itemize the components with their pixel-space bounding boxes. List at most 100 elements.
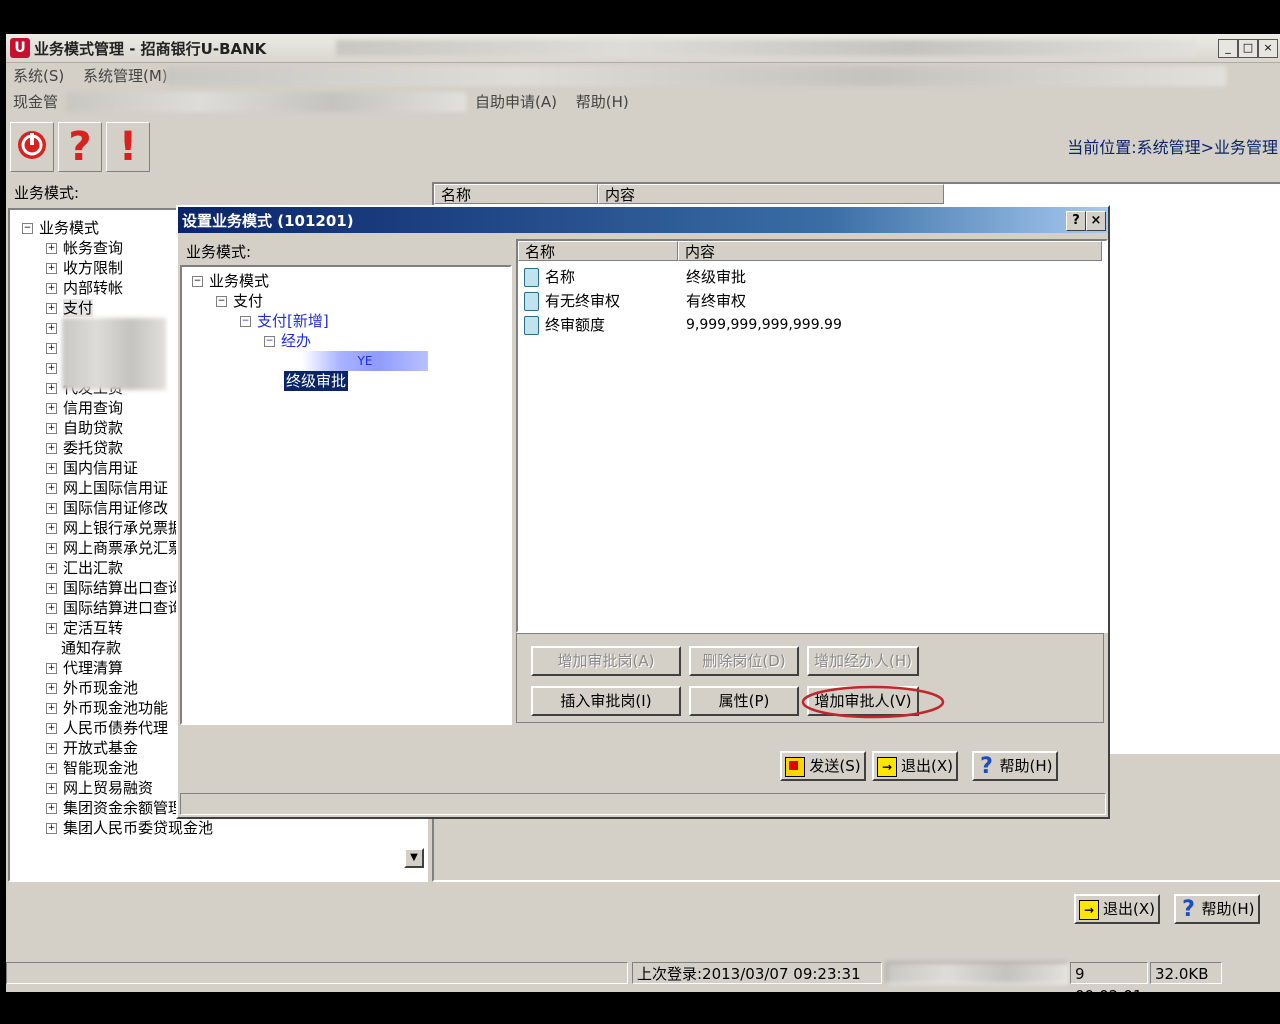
prop-label: 有无终审权 — [545, 292, 621, 310]
dialog-tree-header: 业务模式: — [186, 243, 252, 261]
expand-icon[interactable]: + — [46, 763, 57, 774]
dialog-tree-payment-new[interactable]: − 支付[新增] — [240, 311, 329, 331]
tree-item[interactable]: + 集团人民币委贷现金池 — [46, 818, 213, 838]
expand-icon[interactable]: + — [46, 343, 57, 354]
expand-icon[interactable]: + — [46, 483, 57, 494]
minimize-button[interactable]: _ — [1218, 39, 1238, 58]
expand-icon[interactable]: + — [46, 403, 57, 414]
expand-icon[interactable]: + — [46, 263, 57, 274]
dialog-title: 设置业务模式 (101201) — [182, 212, 354, 230]
prop-row-name[interactable]: 名称 — [524, 265, 575, 289]
insert-approval-post-button[interactable]: 插入审批岗(I) — [531, 686, 681, 716]
expand-icon[interactable]: + — [46, 663, 57, 674]
tree-root-label: 业务模式 — [39, 219, 100, 237]
prop-label: 名称 — [545, 268, 576, 286]
prop-row-limit[interactable]: 终审额度 — [524, 313, 605, 337]
expand-icon[interactable]: + — [46, 243, 57, 254]
dialog-tree-payment-label: 支付 — [233, 292, 264, 310]
tree-item-label: 外币现金池 — [63, 679, 139, 697]
expand-icon[interactable]: + — [46, 703, 57, 714]
prop-label: 终审额度 — [545, 316, 606, 334]
tree-item-label: 开放式基金 — [63, 739, 139, 757]
menu-bar: 系统(S) 系统管理(M) — [6, 64, 175, 88]
expand-icon[interactable]: + — [46, 443, 57, 454]
expand-icon[interactable]: + — [46, 283, 57, 294]
expand-icon[interactable] — [46, 644, 55, 653]
dialog-close-button[interactable]: × — [1086, 211, 1106, 231]
send-icon — [785, 756, 806, 777]
menu-help[interactable]: 帮助(H) — [569, 90, 636, 114]
add-operator-button[interactable]: 增加经办人(H) — [807, 646, 919, 676]
expand-icon[interactable]: + — [46, 423, 57, 434]
blurred-region — [336, 40, 1196, 56]
property-icon — [524, 292, 539, 311]
menu-system-management[interactable]: 系统管理(M) — [76, 64, 175, 88]
dialog-tree-operator[interactable]: − 经办 — [264, 331, 311, 351]
close-button[interactable]: × — [1258, 39, 1278, 58]
menu-system[interactable]: 系统(S) — [6, 64, 71, 88]
tree-root[interactable]: − 业务模式 — [22, 218, 99, 238]
dialog-help-label: 帮助(H) — [999, 757, 1053, 775]
expand-icon[interactable]: + — [46, 623, 57, 634]
col-header-name[interactable]: 名称 — [434, 184, 598, 204]
expand-icon[interactable]: + — [46, 823, 57, 834]
dialog-exit-button[interactable]: → 退出(X) — [872, 751, 958, 781]
exit-label: 退出(X) — [1103, 900, 1155, 918]
dialog-tree-final-approval-label: 终级审批 — [286, 372, 347, 390]
scroll-down-button[interactable]: ▼ — [404, 848, 424, 868]
tree-item-label: 国际结算进口查询 — [63, 599, 184, 617]
delete-post-button[interactable]: 删除岗位(D) — [689, 646, 799, 676]
expand-icon[interactable]: + — [46, 683, 57, 694]
help-button-main[interactable]: ? 帮助(H) — [1174, 894, 1260, 924]
exit-button-main[interactable]: → 退出(X) — [1074, 894, 1160, 924]
expand-icon[interactable]: + — [46, 803, 57, 814]
expand-icon[interactable]: + — [46, 723, 57, 734]
menu-self-service[interactable]: 自助申请(A) — [468, 90, 564, 114]
expand-icon[interactable]: + — [46, 303, 57, 314]
power-button[interactable] — [10, 122, 54, 172]
tree-item-label: 国内信用证 — [63, 459, 139, 477]
status-size: 32.0KB — [1150, 962, 1222, 984]
expand-icon[interactable]: + — [46, 583, 57, 594]
help-toolbar-button[interactable]: ? — [58, 122, 102, 172]
expand-icon[interactable]: + — [46, 743, 57, 754]
expand-icon[interactable]: + — [46, 783, 57, 794]
dialog-help-button[interactable]: ? — [1066, 211, 1086, 231]
expand-icon[interactable]: + — [46, 323, 57, 334]
col-header-content[interactable]: 内容 — [598, 184, 944, 204]
tree-item-label: 汇出汇款 — [63, 559, 124, 577]
expand-icon[interactable]: + — [46, 363, 57, 374]
props-header-content[interactable]: 内容 — [678, 241, 1102, 261]
dialog-help-bottom-button[interactable]: ? 帮助(H) — [972, 751, 1058, 781]
dialog-tree-root[interactable]: − 业务模式 — [192, 271, 269, 291]
dialog-tree-payment[interactable]: − 支付 — [216, 291, 263, 311]
alert-toolbar-button[interactable]: ! — [106, 122, 150, 172]
props-header-name[interactable]: 名称 — [518, 241, 678, 261]
set-business-mode-dialog: 设置业务模式 (101201) ? × 业务模式: − 业务模式 − 支付 − 支付[… — [176, 205, 1110, 819]
expand-icon[interactable]: + — [46, 563, 57, 574]
dialog-tree-leaf-blurred[interactable]: YE — [302, 351, 428, 371]
send-button[interactable]: 发送(S) — [780, 751, 866, 781]
dialog-tree-final-approval[interactable]: 终级审批 — [284, 371, 349, 391]
menu-cash-management[interactable]: 现金管 — [6, 90, 65, 114]
tree-item-label: 信用查询 — [63, 399, 124, 417]
prop-row-final-right[interactable]: 有无终审权 — [524, 289, 620, 313]
tree-item-label: 自助贷款 — [63, 419, 124, 437]
add-approval-post-button[interactable]: 增加审批岗(A) — [531, 646, 681, 676]
window-title: 业务模式管理 - 招商银行U-BANK — [34, 40, 267, 58]
status-blurred — [886, 962, 1068, 984]
highlight-ellipse — [801, 685, 945, 719]
status-bar: 上次登录:2013/03/07 09:23:31 9 00:02:01 32.0… — [6, 960, 1280, 992]
expand-icon[interactable]: + — [46, 543, 57, 554]
expand-icon[interactable]: + — [46, 603, 57, 614]
help-label: 帮助(H) — [1201, 900, 1255, 918]
tree-item-label: 通知存款 — [61, 639, 122, 657]
expand-icon[interactable]: + — [46, 463, 57, 474]
properties-button[interactable]: 属性(P) — [689, 686, 799, 716]
expand-icon[interactable]: + — [46, 503, 57, 514]
maximize-button[interactable]: □ — [1238, 39, 1258, 58]
tree-item-label: 国际结算出口查询 — [63, 579, 184, 597]
expand-icon[interactable]: + — [46, 523, 57, 534]
dialog-tree[interactable]: − 业务模式 − 支付 − 支付[新增] − 经办 YE 终级审批 — [180, 265, 512, 725]
expand-icon[interactable]: + — [46, 383, 57, 394]
